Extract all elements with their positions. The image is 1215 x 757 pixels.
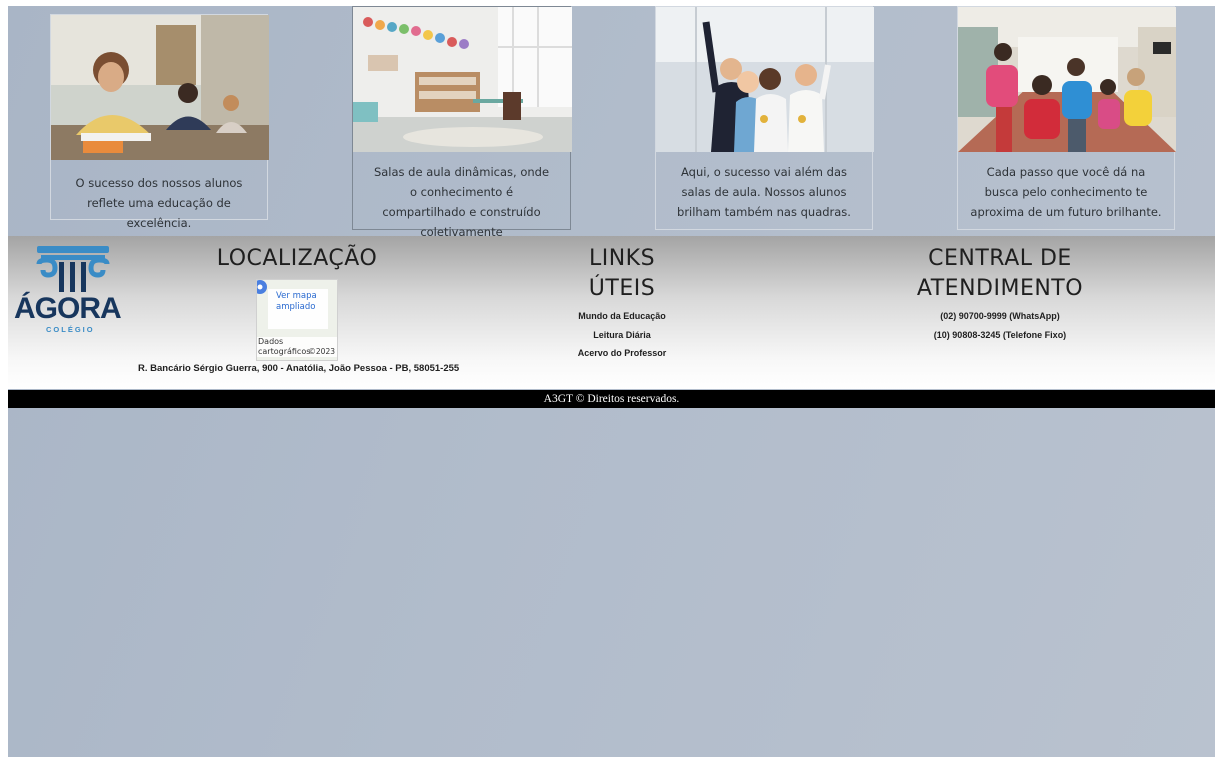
embedded-map[interactable]: Ver mapa ampliado Dados cartográficos ©2…: [256, 279, 338, 361]
link-acervo-do-professor[interactable]: Acervo do Professor: [560, 348, 684, 358]
logo-name: ÁGORA: [14, 292, 122, 325]
links-title-line2: ÚTEIS: [588, 276, 656, 301]
links-title-line1: LINKS: [588, 246, 656, 271]
feature-card-3: Aqui, o sucesso vai além das salas de au…: [655, 6, 874, 230]
link-leitura-diaria[interactable]: Leitura Diária: [560, 330, 684, 340]
kids-medals-photo: [656, 7, 874, 152]
phone-landline[interactable]: (10) 90808-3245 (Telefone Fixo): [890, 330, 1110, 340]
link-mundo-da-educacao[interactable]: Mundo da Educação: [560, 311, 684, 321]
card-caption-2: Salas de aula dinâmicas, onde o conhecim…: [373, 165, 550, 239]
card-caption-3: Aqui, o sucesso vai além das salas de au…: [677, 165, 851, 219]
card-caption-4: Cada passo que você dá na busca pelo con…: [970, 165, 1162, 219]
view-larger-map-link[interactable]: Ver mapa ampliado: [268, 289, 328, 329]
classroom-photo: [353, 7, 572, 152]
location-title: LOCALIZAÇÃO: [216, 246, 378, 271]
student-writing-photo: [51, 15, 269, 160]
feature-card-4: Cada passo que você dá na busca pelo con…: [957, 6, 1176, 230]
page-frame: O sucesso dos nossos alunos reflete uma …: [8, 6, 1215, 757]
support-title-line1: CENTRAL DE: [928, 246, 1072, 271]
map-pin-icon: [257, 280, 267, 294]
site-footer: ÁGORA COLÉGIO LOCALIZAÇÃO Ver mapa ampli…: [8, 236, 1215, 389]
feature-card-2: Salas de aula dinâmicas, onde o conhecim…: [352, 6, 572, 239]
copyright-bar: A3GT © Direitos reservados.: [8, 390, 1215, 408]
map-year: ©2023: [308, 347, 335, 356]
agora-logo[interactable]: ÁGORA COLÉGIO: [8, 236, 138, 341]
feature-card-1: O sucesso dos nossos alunos reflete uma …: [50, 14, 269, 230]
logo-subtitle: COLÉGIO: [46, 325, 95, 334]
column-icon: [36, 246, 110, 292]
kids-hallway-photo: [958, 7, 1176, 152]
phone-whatsapp[interactable]: (02) 90700-9999 (WhatsApp): [890, 311, 1110, 321]
address: R. Bancário Sérgio Guerra, 900 - Anatóli…: [138, 363, 460, 374]
card-caption-1: O sucesso dos nossos alunos reflete uma …: [75, 176, 243, 230]
support-title-line2: ATENDIMENTO: [916, 276, 1084, 301]
